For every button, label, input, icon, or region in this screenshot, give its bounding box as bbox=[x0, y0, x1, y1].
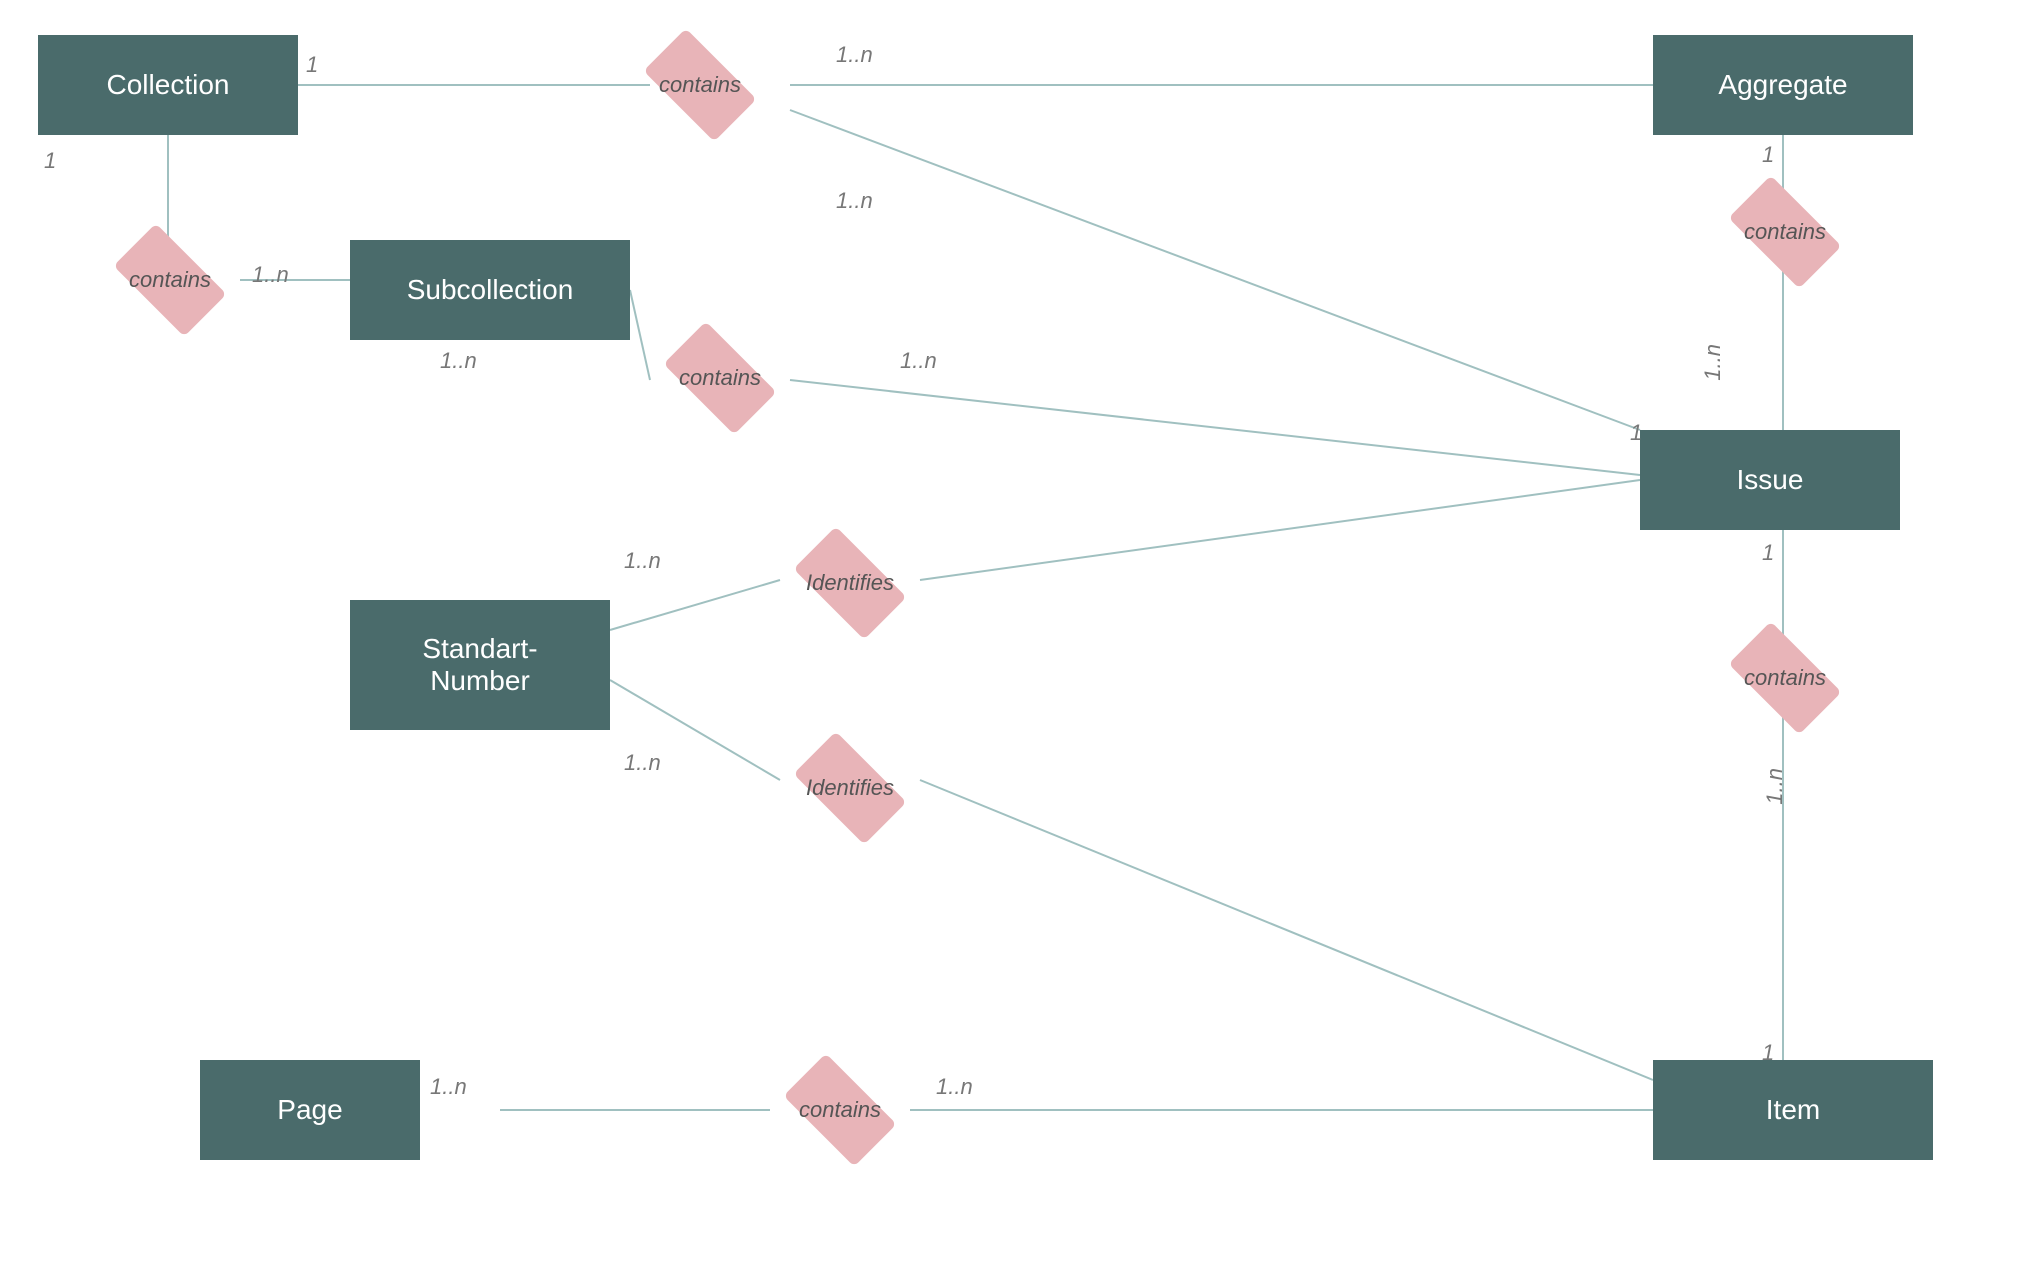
card-contains-agg-1n: 1..n bbox=[1700, 344, 1726, 381]
entity-aggregate: Aggregate bbox=[1653, 35, 1913, 135]
entity-standart-number: Standart- Number bbox=[350, 600, 610, 730]
card-identifies-bot-1n: 1..n bbox=[624, 750, 661, 776]
entity-issue: Issue bbox=[1640, 430, 1900, 530]
diamond-contains-left: contains bbox=[90, 240, 250, 320]
card-item-top-1: 1 bbox=[1762, 1040, 1774, 1066]
diamond-contains-top: contains bbox=[620, 40, 780, 130]
card-issue-contains-1n: 1..n bbox=[1762, 768, 1788, 805]
card-contains-top-1n: 1..n bbox=[836, 42, 873, 68]
diamond-contains-aggregate: contains bbox=[1705, 192, 1865, 272]
card-contains-left-1n: 1..n bbox=[252, 262, 289, 288]
card-contains-mid-1n: 1..n bbox=[900, 348, 937, 374]
card-collection-1: 1 bbox=[306, 52, 318, 78]
card-issue-contains-1: 1 bbox=[1762, 540, 1774, 566]
card-contains-page-1n: 1..n bbox=[936, 1074, 973, 1100]
diamond-contains-page: contains bbox=[760, 1070, 920, 1150]
entity-page: Page bbox=[200, 1060, 420, 1160]
card-subcoll-1n: 1..n bbox=[440, 348, 477, 374]
card-page-1n: 1..n bbox=[430, 1074, 467, 1100]
diamond-identifies-bot: Identifies bbox=[770, 748, 930, 828]
diamond-contains-mid: contains bbox=[640, 338, 800, 418]
diamond-contains-issue: contains bbox=[1705, 638, 1865, 718]
card-identifies-top-1n: 1..n bbox=[624, 548, 661, 574]
diamond-identifies-top: Identifies bbox=[770, 543, 930, 623]
entity-collection: Collection bbox=[38, 35, 298, 135]
card-aggregate-1: 1 bbox=[1762, 142, 1774, 168]
entity-subcollection: Subcollection bbox=[350, 240, 630, 340]
er-diagram: Collection Aggregate Subcollection Issue… bbox=[0, 0, 2034, 1284]
card-collection-down-1: 1 bbox=[44, 148, 56, 174]
card-contains-top-diag-1n: 1..n bbox=[836, 188, 873, 214]
card-issue-1-left: 1 bbox=[1630, 420, 1642, 446]
entity-item: Item bbox=[1653, 1060, 1933, 1160]
